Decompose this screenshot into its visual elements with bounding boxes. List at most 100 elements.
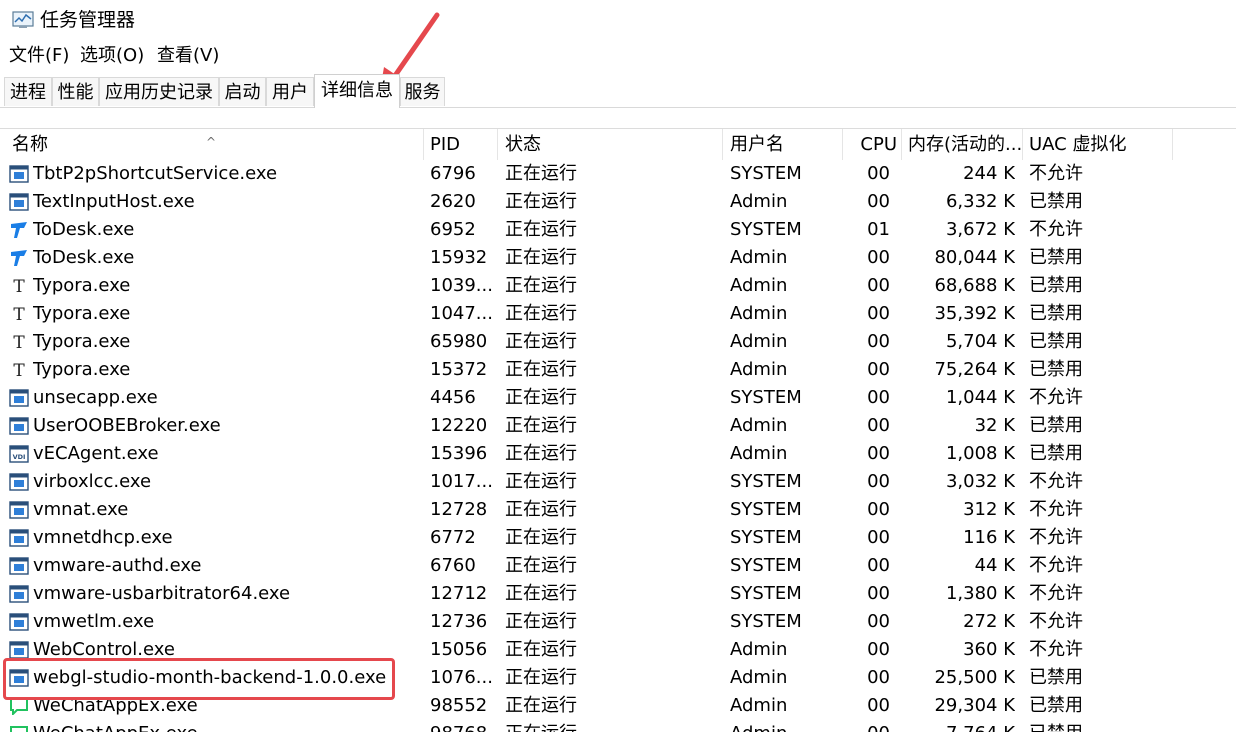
cell-cpu: 00 xyxy=(867,667,890,688)
cell-pid: 15372 xyxy=(430,359,488,380)
cell-memory: 360 K xyxy=(963,639,1015,660)
column-header-memory[interactable]: 内存(活动的... xyxy=(902,129,1023,160)
cell-user: SYSTEM xyxy=(730,527,802,548)
table-row[interactable]: vmware-authd.exe 6760 正在运行 SYSTEM 00 44 K 不允许 xyxy=(0,552,1236,580)
cell-cpu: 00 xyxy=(867,471,890,492)
cell-cpu: 00 xyxy=(867,275,890,296)
cell-memory: 5,704 K xyxy=(945,331,1015,352)
table-row[interactable]: vmnat.exe 12728 正在运行 SYSTEM 00 312 K 不允许 xyxy=(0,496,1236,524)
exe-process-icon xyxy=(9,165,29,183)
cell-user: SYSTEM xyxy=(730,163,802,184)
table-row[interactable]: T Typora.exe 1039... 正在运行 Admin 00 68,688 K 已禁用 xyxy=(0,272,1236,300)
cell-uac: 已禁用 xyxy=(1029,303,1083,324)
table-row[interactable]: T Typora.exe 1047... 正在运行 Admin 00 35,392 K 已禁用 xyxy=(0,300,1236,328)
cell-user: Admin xyxy=(730,247,788,268)
typora-process-icon: T xyxy=(9,305,29,323)
cell-uac: 已禁用 xyxy=(1029,191,1083,212)
table-row[interactable]: TbtP2pShortcutService.exe 6796 正在运行 SYSTEM 0… xyxy=(0,160,1236,188)
menu-file[interactable]: 文件(F) xyxy=(7,42,71,70)
column-header-name[interactable]: 名称 ^ xyxy=(0,129,424,160)
cell-cpu: 00 xyxy=(867,499,890,520)
cell-pid: 4456 xyxy=(430,387,476,408)
cell-status: 正在运行 xyxy=(505,415,577,436)
exe-process-icon xyxy=(9,557,29,575)
cell-status: 正在运行 xyxy=(505,583,577,604)
cell-status: 正在运行 xyxy=(505,555,577,576)
table-row[interactable]: T Typora.exe 15372 正在运行 Admin 00 75,264 K 已禁用 xyxy=(0,356,1236,384)
cell-cpu: 00 xyxy=(867,331,890,352)
cell-pid: 65980 xyxy=(430,331,488,352)
cell-uac: 不允许 xyxy=(1029,611,1083,632)
table-row[interactable]: vmnetdhcp.exe 6772 正在运行 SYSTEM 00 116 K 不允许 xyxy=(0,524,1236,552)
cell-uac: 不允许 xyxy=(1029,527,1083,548)
table-row[interactable]: ToDesk.exe 15932 正在运行 Admin 00 80,044 K 已禁用 xyxy=(0,244,1236,272)
tab-performance[interactable]: 性能 xyxy=(52,77,99,106)
table-row[interactable]: T Typora.exe 65980 正在运行 Admin 00 5,704 K 已禁用 xyxy=(0,328,1236,356)
tab-processes[interactable]: 进程 xyxy=(4,77,52,106)
cell-user: SYSTEM xyxy=(730,219,802,240)
cell-name: virboxlcc.exe xyxy=(33,471,152,492)
tab-app-history[interactable]: 应用历史记录 xyxy=(99,77,219,106)
column-header-pid[interactable]: PID xyxy=(424,129,498,160)
cell-name: ToDesk.exe xyxy=(33,219,135,240)
column-header-status[interactable]: 状态 xyxy=(498,129,723,160)
cell-pid: 15932 xyxy=(430,247,488,268)
cell-user: SYSTEM xyxy=(730,471,802,492)
cell-user: SYSTEM xyxy=(730,387,802,408)
column-header-uac[interactable]: UAC 虚拟化 xyxy=(1023,129,1173,160)
tab-startup[interactable]: 启动 xyxy=(219,77,266,106)
cell-uac: 不允许 xyxy=(1029,471,1083,492)
title-bar: 任务管理器 xyxy=(0,0,1236,40)
cell-memory: 312 K xyxy=(963,499,1015,520)
column-header-user[interactable]: 用户名 xyxy=(723,129,843,160)
cell-memory: 1,380 K xyxy=(945,583,1015,604)
cell-cpu: 00 xyxy=(867,611,890,632)
cell-memory: 32 K xyxy=(974,415,1015,436)
menu-view[interactable]: 查看(V) xyxy=(155,42,221,70)
table-row[interactable]: ToDesk.exe 6952 正在运行 SYSTEM 01 3,672 K 不允许 xyxy=(0,216,1236,244)
cell-user: SYSTEM xyxy=(730,499,802,520)
cell-uac: 不允许 xyxy=(1029,639,1083,660)
cell-pid: 98768 xyxy=(430,720,496,732)
sort-ascending-icon: ^ xyxy=(206,135,217,149)
column-header-cpu[interactable]: CPU xyxy=(843,129,902,160)
cell-status: 正在运行 xyxy=(505,443,577,464)
svg-text:VDI: VDI xyxy=(13,453,26,461)
cell-user: Admin xyxy=(730,191,788,212)
table-row[interactable]: vmwetlm.exe 12736 正在运行 SYSTEM 00 272 K 不允许 xyxy=(0,608,1236,636)
cell-pid: 6772 xyxy=(430,527,476,548)
cell-uac: 已禁用 xyxy=(1029,331,1083,352)
cell-user: Admin xyxy=(730,667,788,688)
table-row[interactable]: vmware-usbarbitrator64.exe 12712 正在运行 SYSTE… xyxy=(0,580,1236,608)
highlight-annotation xyxy=(3,658,395,700)
exe-process-icon xyxy=(9,641,29,659)
table-row[interactable]: UserOOBEBroker.exe 12220 正在运行 Admin 00 32 K 已禁… xyxy=(0,412,1236,440)
table-row[interactable]: TextInputHost.exe 2620 正在运行 Admin 00 6,332 K 已… xyxy=(0,188,1236,216)
cell-cpu: 00 xyxy=(867,247,890,268)
table-row[interactable]: WeChatAppEx.exe 98768 正在运行 Admin00 7,764 K 已禁… xyxy=(0,720,1236,732)
tab-details[interactable]: 详细信息 xyxy=(314,74,400,108)
cell-memory: 1,008 K xyxy=(945,443,1015,464)
tab-services[interactable]: 服务 xyxy=(400,77,445,106)
tab-users[interactable]: 用户 xyxy=(266,77,314,106)
cell-cpu: 00 xyxy=(867,163,890,184)
cell-cpu: 00 xyxy=(867,387,890,408)
cell-name: unsecapp.exe xyxy=(33,387,158,408)
cell-cpu: 00 xyxy=(843,720,890,732)
table-row[interactable]: VDI vECAgent.exe 15396 正在运行 Admin 00 1,008 K 已禁… xyxy=(0,440,1236,468)
cell-status: 正在运行 xyxy=(505,639,577,660)
cell-pid: 15056 xyxy=(430,639,488,660)
typora-process-icon: T xyxy=(9,277,29,295)
cell-cpu: 00 xyxy=(867,443,890,464)
table-row[interactable]: virboxlcc.exe 1017... 正在运行 SYSTEM 00 3,032 K 不… xyxy=(0,468,1236,496)
table-header: 名称 ^ PID 状态 用户名 CPU 内存(活动的... UAC 虚拟化 xyxy=(0,129,1236,160)
cell-uac: 已禁用 xyxy=(1029,275,1083,296)
menu-options[interactable]: 选项(O) xyxy=(78,42,146,70)
cell-memory: 6,332 K xyxy=(945,191,1015,212)
cell-cpu: 00 xyxy=(867,695,890,716)
cell-name: UserOOBEBroker.exe xyxy=(33,415,221,436)
cell-name: vmnetdhcp.exe xyxy=(33,527,173,548)
cell-cpu: 00 xyxy=(867,639,890,660)
table-row[interactable]: unsecapp.exe 4456 正在运行 SYSTEM 00 1,044 K 不允许 xyxy=(0,384,1236,412)
cell-name: Typora.exe xyxy=(33,359,131,380)
